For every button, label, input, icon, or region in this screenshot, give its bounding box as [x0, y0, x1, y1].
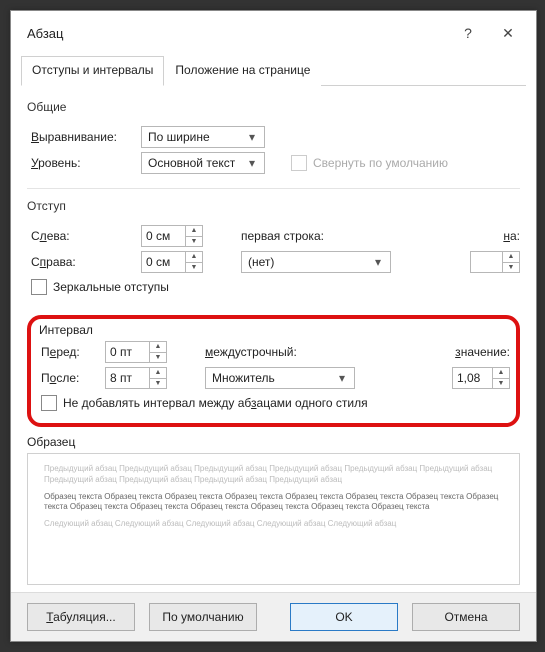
alignment-label-text: ыравнивание: [39, 130, 117, 144]
left-spinner[interactable]: 0 см▲▼ [141, 225, 203, 247]
close-button[interactable]: ✕ [488, 25, 528, 42]
help-button[interactable]: ? [448, 25, 488, 41]
spinner-arrows[interactable]: ▲▼ [502, 252, 519, 272]
at-label: значение: [455, 345, 510, 359]
tabs-button[interactable]: Табуляция... [27, 603, 135, 631]
after-label: После: [37, 371, 105, 385]
cancel-button[interactable]: Отмена [412, 603, 520, 631]
group-indent-title: Отступ [27, 199, 520, 213]
alignment-combo[interactable]: По ширине▾ [141, 126, 265, 148]
tab-position[interactable]: Положение на странице [164, 56, 321, 86]
right-label: Справа: [27, 255, 141, 269]
tab-indents[interactable]: Отступы и интервалы [21, 56, 164, 86]
paragraph-dialog: Абзац ? ✕ Отступы и интервалы Положение … [10, 10, 537, 642]
chevron-down-icon: ▾ [244, 130, 260, 144]
by-label: на: [503, 229, 520, 243]
at-spinner[interactable]: 1,08▲▼ [452, 367, 510, 389]
group-sample-title: Образец [27, 435, 520, 449]
sample-prev: Предыдущий абзац Предыдущий абзац Предыд… [44, 464, 503, 486]
group-indent: Слева: 0 см▲▼ первая строка: на: Справа:… [27, 217, 520, 307]
sample-preview: Предыдущий абзац Предыдущий абзац Предыд… [27, 453, 520, 585]
group-interval: Интервал Перед: 0 пт▲▼ междустрочный: зн… [27, 315, 520, 427]
before-spinner[interactable]: 0 пт▲▼ [105, 341, 167, 363]
group-sample: Образец Предыдущий абзац Предыдущий абза… [27, 435, 520, 585]
left-label: Слева: [27, 229, 141, 243]
spinner-arrows[interactable]: ▲▼ [185, 226, 202, 246]
line-spacing-label: междустрочный: [205, 345, 315, 359]
level-label: Уровень: [27, 156, 141, 170]
checkbox-icon [291, 155, 307, 171]
nospace-check[interactable]: Не добавлять интервал между абзацами одн… [41, 395, 510, 411]
chevron-down-icon: ▾ [370, 255, 386, 269]
default-button[interactable]: По умолчанию [149, 603, 257, 631]
spinner-arrows[interactable]: ▲▼ [185, 252, 202, 272]
dialog-footer: Табуляция... По умолчанию OK Отмена [11, 592, 536, 641]
group-interval-title: Интервал [39, 323, 510, 337]
mirror-check[interactable]: Зеркальные отступы [31, 279, 520, 295]
collapse-check: Свернуть по умолчанию [291, 155, 448, 171]
chevron-down-icon: ▾ [334, 371, 350, 385]
title-bar: Абзац ? ✕ [11, 11, 536, 49]
spinner-arrows[interactable]: ▲▼ [492, 368, 509, 388]
spinner-arrows[interactable]: ▲▼ [149, 368, 166, 388]
group-general: Выравнивание: По ширине▾ Уровень: Основн… [27, 118, 520, 189]
first-line-combo[interactable]: (нет)▾ [241, 251, 391, 273]
sample-current: Образец текста Образец текста Образец те… [44, 492, 503, 514]
line-spacing-combo[interactable]: Множитель▾ [205, 367, 355, 389]
spinner-arrows[interactable]: ▲▼ [149, 342, 166, 362]
ok-button[interactable]: OK [290, 603, 398, 631]
window-title: Абзац [27, 26, 448, 41]
checkbox-icon [41, 395, 57, 411]
first-line-label: первая строка: [241, 229, 351, 243]
after-spinner[interactable]: 8 пт▲▼ [105, 367, 167, 389]
sample-next: Следующий абзац Следующий абзац Следующи… [44, 519, 503, 530]
level-combo[interactable]: Основной текст▾ [141, 152, 265, 174]
alignment-label: Выравнивание: [27, 130, 141, 144]
dialog-body: Общие Выравнивание: По ширине▾ Уровень: … [11, 86, 536, 592]
by-spinner[interactable]: ▲▼ [470, 251, 520, 273]
nospace-label: Не добавлять интервал между абзацами одн… [63, 396, 368, 410]
group-general-title: Общие [27, 100, 520, 114]
tab-strip: Отступы и интервалы Положение на страниц… [21, 55, 526, 86]
checkbox-icon [31, 279, 47, 295]
right-spinner[interactable]: 0 см▲▼ [141, 251, 203, 273]
before-label: Перед: [37, 345, 105, 359]
chevron-down-icon: ▾ [244, 156, 260, 170]
